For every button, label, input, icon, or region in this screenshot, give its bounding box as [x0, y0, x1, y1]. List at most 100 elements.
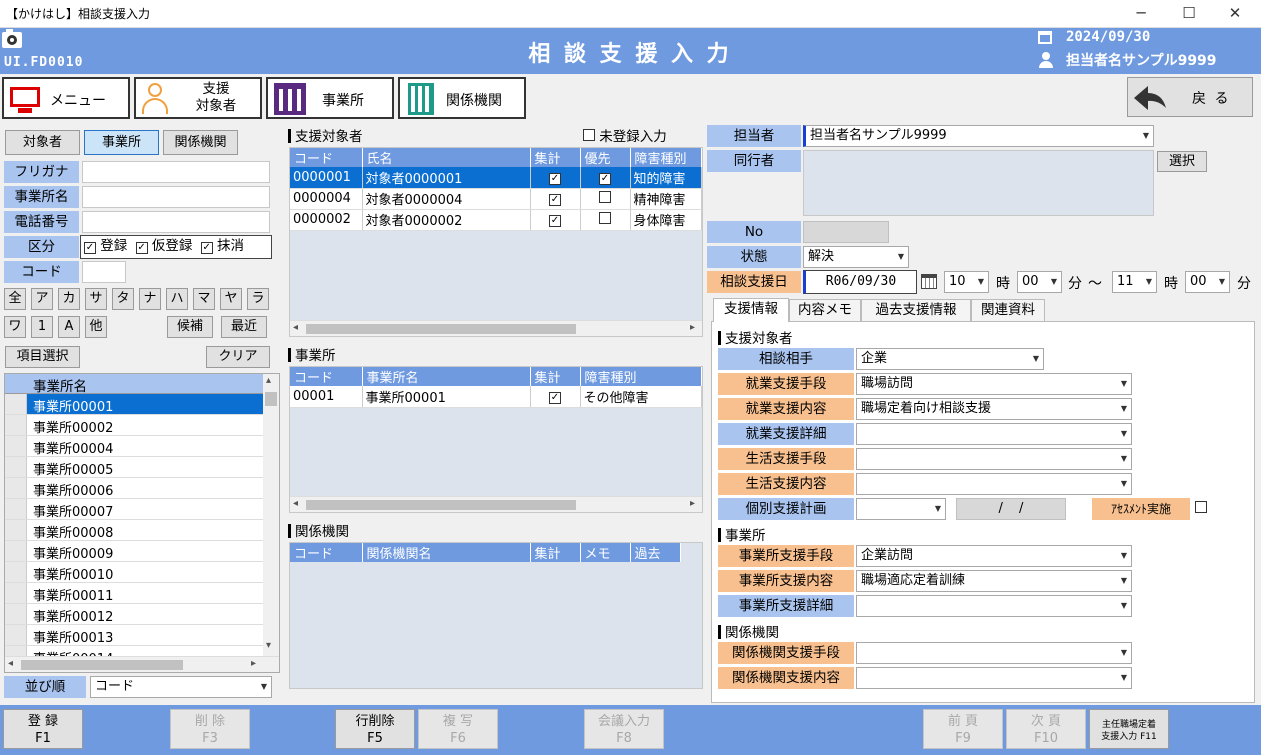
life-content-select[interactable]: ▼ [856, 473, 1132, 495]
clear-button[interactable]: クリア [206, 346, 270, 368]
col-priority[interactable]: 優先 [580, 148, 631, 167]
tab-past-support[interactable]: 過去支援情報 [861, 299, 971, 321]
col-code[interactable]: コード [290, 543, 363, 562]
table-row[interactable]: 00001 事業所00001 ✓ その他障害 [290, 386, 702, 408]
kana-button-other[interactable]: 他 [85, 316, 107, 338]
office-means-select[interactable]: 企業訪問 ▼ [856, 545, 1132, 567]
tab-related-docs[interactable]: 関連資料 [971, 299, 1045, 321]
office-list-vscroll[interactable]: ▴ ▾ [263, 374, 279, 656]
office-name-input[interactable] [82, 186, 270, 208]
employ-means-select[interactable]: 職場訪問 ▼ [856, 373, 1132, 395]
furigana-input[interactable] [82, 161, 270, 183]
consult-partner-select[interactable]: 企業 ▼ [856, 348, 1044, 370]
agency-content-select[interactable]: ▼ [856, 667, 1132, 689]
office-button[interactable]: 事業所 [266, 77, 394, 119]
col-code[interactable]: コード [290, 367, 363, 386]
consult-date-input[interactable]: R06/09/30 [803, 270, 917, 294]
priority-checkbox[interactable] [580, 209, 631, 231]
scroll-left-icon[interactable]: ◂ [293, 322, 298, 333]
tab-office[interactable]: 事業所 [84, 130, 159, 155]
calendar-picker-icon[interactable] [921, 274, 937, 289]
office-list-row[interactable]: 事業所00010 [5, 562, 263, 583]
status-select[interactable]: 解決 ▼ [803, 246, 909, 268]
priority-checkbox[interactable]: ✓ [599, 172, 611, 185]
employ-content-select[interactable]: 職場定着向け相談支援 ▼ [856, 398, 1132, 420]
kana-button[interactable]: ハ [166, 288, 188, 310]
companion-list[interactable] [803, 150, 1154, 216]
scroll-left-icon[interactable]: ◂ [8, 658, 13, 669]
employ-detail-select[interactable]: ▼ [856, 423, 1132, 445]
sum-checkbox[interactable]: ✓ [530, 209, 581, 231]
table-row[interactable]: 0000002 対象者0000002 ✓ 身体障害 [290, 209, 702, 231]
row-header[interactable] [5, 457, 27, 477]
office-detail-select[interactable]: ▼ [856, 595, 1132, 617]
sort-select[interactable]: コード ▼ [90, 676, 272, 698]
office-list-row[interactable]: 事業所00004 [5, 436, 263, 457]
unregistered-input[interactable]: 未登録入力 [583, 125, 667, 145]
minimize-button[interactable]: ─ [1118, 2, 1164, 24]
office-list-row[interactable]: 事業所00007 [5, 499, 263, 520]
minute-from-select[interactable]: 00 ▼ [1017, 271, 1062, 293]
item-select-button[interactable]: 項目選択 [5, 346, 80, 368]
col-name[interactable]: 氏名 [362, 148, 531, 167]
support-target-grid[interactable]: コード 氏名 集計 優先 障害種別 0000001 対象者0000001 ✓ ✓ 知的障… [289, 147, 703, 337]
scroll-right-icon[interactable]: ▸ [690, 498, 695, 509]
target-grid-hscroll[interactable]: ◂ ▸ [290, 320, 702, 336]
agency-grid[interactable]: コード 関係機関名 集計 メモ 過去 [289, 542, 703, 689]
scroll-up-icon[interactable]: ▴ [266, 375, 271, 386]
sum-checkbox[interactable]: ✓ [549, 172, 561, 185]
copy-button[interactable]: 複 写 F6 [418, 709, 498, 749]
sum-checkbox[interactable]: ✓ [549, 215, 561, 227]
row-header[interactable] [5, 541, 27, 561]
office-list-row[interactable]: 事業所00012 [5, 604, 263, 625]
deleted-checkbox[interactable]: ✓ [200, 242, 213, 254]
tab-support-info[interactable]: 支援情報 [713, 298, 789, 322]
row-header[interactable] [5, 625, 27, 645]
sum-checkbox[interactable]: ✓ [549, 194, 561, 206]
support-target-button[interactable]: 支援 対象者 [134, 77, 262, 119]
maximize-button[interactable]: ☐ [1166, 2, 1212, 24]
kana-button[interactable]: ヤ [220, 288, 242, 310]
kana-button-wa[interactable]: ワ [4, 316, 26, 338]
meeting-input-button[interactable]: 会議入力 F8 [584, 709, 664, 749]
agency-means-select[interactable]: ▼ [856, 642, 1132, 664]
kana-button[interactable]: サ [85, 288, 107, 310]
tab-agency[interactable]: 関係機関 [163, 130, 238, 155]
row-header[interactable] [5, 562, 27, 582]
row-header[interactable] [5, 415, 27, 435]
individual-plan-select[interactable]: ▼ [856, 498, 946, 520]
scroll-right-icon[interactable]: ▸ [690, 322, 695, 333]
sum-checkbox[interactable]: ✓ [530, 386, 581, 408]
kana-button[interactable]: ラ [247, 288, 269, 310]
row-header[interactable] [5, 520, 27, 540]
phone-input[interactable] [82, 211, 270, 233]
kana-button[interactable]: カ [58, 288, 80, 310]
camera-icon[interactable] [2, 29, 22, 48]
recent-button[interactable]: 最近 [221, 316, 267, 338]
col-agency-name[interactable]: 関係機関名 [362, 543, 531, 562]
col-sum[interactable]: 集計 [530, 367, 581, 386]
unregistered-checkbox[interactable] [583, 129, 595, 141]
table-row[interactable]: 0000004 対象者0000004 ✓ 精神障害 [290, 188, 702, 210]
next-page-button[interactable]: 次 頁 F10 [1006, 709, 1086, 749]
registered-checkbox[interactable]: ✓ [84, 242, 96, 254]
office-list-hscroll[interactable]: ◂ ▸ [5, 656, 279, 672]
col-code[interactable]: コード [290, 148, 363, 167]
office-list-row[interactable]: 事業所00006 [5, 478, 263, 499]
col-disability-type[interactable]: 障害種別 [630, 148, 702, 167]
office-list-row[interactable]: 事業所00013 [5, 625, 263, 646]
office-content-select[interactable]: 職場適応定着訓練 ▼ [856, 570, 1132, 592]
tab-content-memo[interactable]: 内容メモ [789, 299, 861, 321]
scroll-down-icon[interactable]: ▾ [266, 640, 271, 651]
sum-checkbox[interactable]: ✓ [530, 188, 581, 210]
kana-button[interactable]: 全 [4, 288, 26, 310]
staff-select[interactable]: 担当者名サンプル9999 ▼ [803, 125, 1154, 147]
hour-to-select[interactable]: 11 ▼ [1112, 271, 1157, 293]
office-list-row[interactable]: 事業所00002 [5, 415, 263, 436]
chief-support-input-button[interactable]: 主任職場定着 支援入力 F11 [1089, 709, 1169, 749]
sum-checkbox[interactable]: ✓ [530, 167, 581, 189]
kana-button[interactable]: ナ [139, 288, 161, 310]
row-delete-button[interactable]: 行削除 F5 [335, 709, 415, 749]
col-disability-type[interactable]: 障害種別 [580, 367, 702, 386]
register-button[interactable]: 登 録 F1 [3, 709, 83, 749]
